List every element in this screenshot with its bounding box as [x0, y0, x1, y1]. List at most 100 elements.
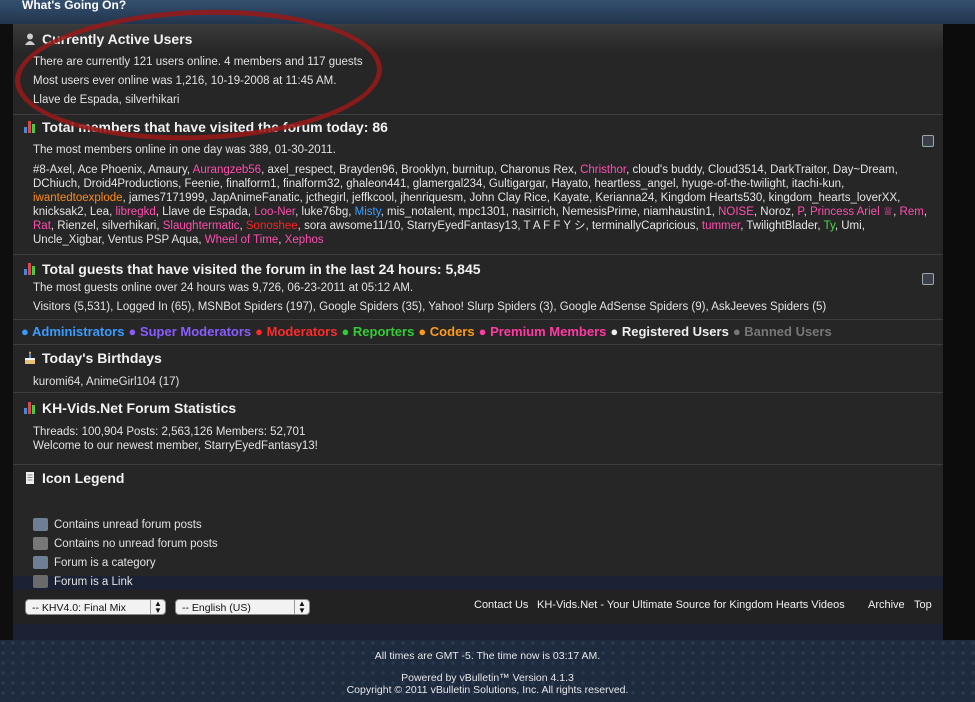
todays-visitors-section: Total members that have visited the foru…: [13, 114, 943, 255]
member-link[interactable]: Ventus PSP Aqua: [108, 234, 199, 246]
member-link[interactable]: cloud's buddy: [633, 164, 702, 176]
archive-link[interactable]: Archive: [868, 599, 905, 611]
member-link[interactable]: finalform32: [283, 178, 340, 190]
member-link[interactable]: heartless_angel: [594, 178, 675, 190]
member-link[interactable]: Rat: [33, 220, 51, 232]
member-link[interactable]: Charonus Rex: [500, 164, 574, 176]
member-link[interactable]: Brayden96: [339, 164, 395, 176]
copyright-text: Copyright © 2011 vBulletin Solutions, In…: [346, 684, 629, 696]
member-link[interactable]: Princess Ariel ♕: [810, 206, 893, 218]
read-forum-icon: [33, 537, 48, 550]
member-link[interactable]: Droid4Productions: [84, 178, 179, 190]
member-link[interactable]: Uncle_Xigbar: [33, 234, 101, 246]
member-link[interactable]: Brooklyn: [401, 164, 446, 176]
member-link[interactable]: Slaughtermatic: [163, 220, 240, 232]
member-link[interactable]: Kingdom Hearts530: [661, 192, 763, 204]
member-link[interactable]: Feenie: [185, 178, 220, 190]
member-link[interactable]: NOISE: [718, 206, 754, 218]
usergroup-label: Registered Users: [621, 324, 729, 339]
member-link[interactable]: terminallyCapricious: [592, 220, 696, 232]
member-link[interactable]: finalform1: [226, 178, 277, 190]
home-link[interactable]: KH-Vids.Net - Your Ultimate Source for K…: [537, 599, 845, 611]
member-link[interactable]: kingdom_hearts_loverXX: [769, 192, 898, 204]
member-link[interactable]: Umi: [841, 220, 861, 232]
online-count-text: There are currently 121 users online. 4 …: [33, 56, 363, 68]
member-link[interactable]: Xephos: [285, 234, 324, 246]
right-margin: [943, 24, 975, 644]
member-link[interactable]: burnitup: [452, 164, 494, 176]
member-link[interactable]: james7171999: [129, 192, 204, 204]
member-link[interactable]: jcthegirl: [306, 192, 346, 204]
style-chooser-select[interactable]: -- KHV4.0: Final Mix ▲ ▼: [25, 599, 166, 615]
member-link[interactable]: Gultigargar: [489, 178, 545, 190]
language-chooser-select[interactable]: -- English (US) ▲ ▼: [175, 599, 310, 615]
member-link[interactable]: mpc1301: [459, 206, 506, 218]
member-link[interactable]: libregkd: [115, 206, 155, 218]
member-link[interactable]: sora awsome11/10: [304, 220, 400, 232]
member-link[interactable]: Misty: [355, 206, 381, 218]
top-link[interactable]: Top: [914, 599, 932, 611]
member-link[interactable]: Wheel of Time: [205, 234, 279, 246]
member-link[interactable]: #8-Axel: [33, 164, 72, 176]
forum-statistics-section: KH-Vids.Net Forum Statistics Threads: 10…: [13, 392, 943, 465]
member-link[interactable]: Llave de Espada: [162, 206, 248, 218]
collapse-toggle-button[interactable]: [922, 273, 934, 285]
member-link[interactable]: Amaury: [148, 164, 187, 176]
forum-statistics-header: KH-Vids.Net Forum Statistics: [23, 400, 236, 416]
stats-icon: [23, 262, 37, 276]
member-link[interactable]: Hayato: [551, 178, 587, 190]
usergroup-legend-item: ● Registered Users: [610, 324, 728, 339]
member-link[interactable]: axel_respect: [267, 164, 332, 176]
member-link[interactable]: Kerianna24: [595, 192, 654, 204]
collapse-toggle-button[interactable]: [922, 135, 934, 147]
todays-visitors-header[interactable]: Total members that have visited the foru…: [23, 119, 388, 135]
member-link[interactable]: tummer: [702, 220, 740, 232]
member-link[interactable]: StarryEyedFantasy13: [407, 220, 518, 232]
stats-icon: [23, 401, 37, 415]
usergroup-label: Administrators: [31, 324, 125, 339]
guests-header[interactable]: Total guests that have visited the forum…: [23, 261, 481, 277]
member-link[interactable]: luke76bg: [302, 206, 349, 218]
member-link[interactable]: Ace Phoenix: [78, 164, 143, 176]
member-link[interactable]: nasirrich: [512, 206, 555, 218]
member-link[interactable]: TwilightBlader: [746, 220, 817, 232]
member-link[interactable]: Rienzel: [57, 220, 95, 232]
member-link[interactable]: Ty: [824, 220, 835, 232]
member-link[interactable]: Cloud3514: [708, 164, 764, 176]
category-icon: [33, 556, 48, 569]
member-link[interactable]: T A F F Y シ: [524, 220, 586, 232]
member-link[interactable]: Kayate: [553, 192, 589, 204]
member-link[interactable]: mis_notalent: [387, 206, 452, 218]
member-link[interactable]: Lea: [90, 206, 109, 218]
member-link[interactable]: DChiuch: [33, 178, 77, 190]
usergroup-label: Coders: [429, 324, 475, 339]
member-link[interactable]: Rem: [900, 206, 924, 218]
member-link[interactable]: iwantedtoexplode: [33, 192, 123, 204]
member-link[interactable]: jhenriquesm: [400, 192, 463, 204]
member-link[interactable]: DarkTraitor: [770, 164, 826, 176]
member-link[interactable]: glamergal234: [413, 178, 483, 190]
active-users-header[interactable]: Currently Active Users: [23, 31, 192, 47]
member-link[interactable]: itachi-kun: [792, 178, 841, 190]
style-chooser-value: -- KHV4.0: Final Mix: [32, 602, 126, 614]
member-link[interactable]: Day~Dream: [833, 164, 895, 176]
member-link[interactable]: niamhaustin1: [643, 206, 711, 218]
member-link[interactable]: knicksak2: [33, 206, 84, 218]
todays-members-list: #8-Axel, Ace Phoenix, Amaury, Aurangzeb5…: [33, 164, 928, 246]
member-link[interactable]: Christhor: [580, 164, 626, 176]
member-link[interactable]: P: [797, 206, 803, 218]
member-link[interactable]: Sonoshee: [246, 220, 298, 232]
birthday-cake-icon: [23, 351, 37, 365]
member-link[interactable]: silverhikari: [102, 220, 156, 232]
member-link[interactable]: JapAnimeFanatic: [211, 192, 300, 204]
member-link[interactable]: Noroz: [760, 206, 791, 218]
member-link[interactable]: hyuge-of-the-twilight: [682, 178, 786, 190]
member-link[interactable]: jeffkcool: [352, 192, 394, 204]
contact-us-link[interactable]: Contact Us: [474, 599, 528, 611]
member-link[interactable]: Aurangzeb56: [193, 164, 261, 176]
member-link[interactable]: NemesisPrime: [562, 206, 637, 218]
member-link[interactable]: Loo-Ner: [254, 206, 295, 218]
member-link[interactable]: John Clay Rice: [469, 192, 546, 204]
member-link[interactable]: ghaleon441: [346, 178, 406, 190]
icon-legend-label: Forum is a Link: [54, 575, 133, 588]
